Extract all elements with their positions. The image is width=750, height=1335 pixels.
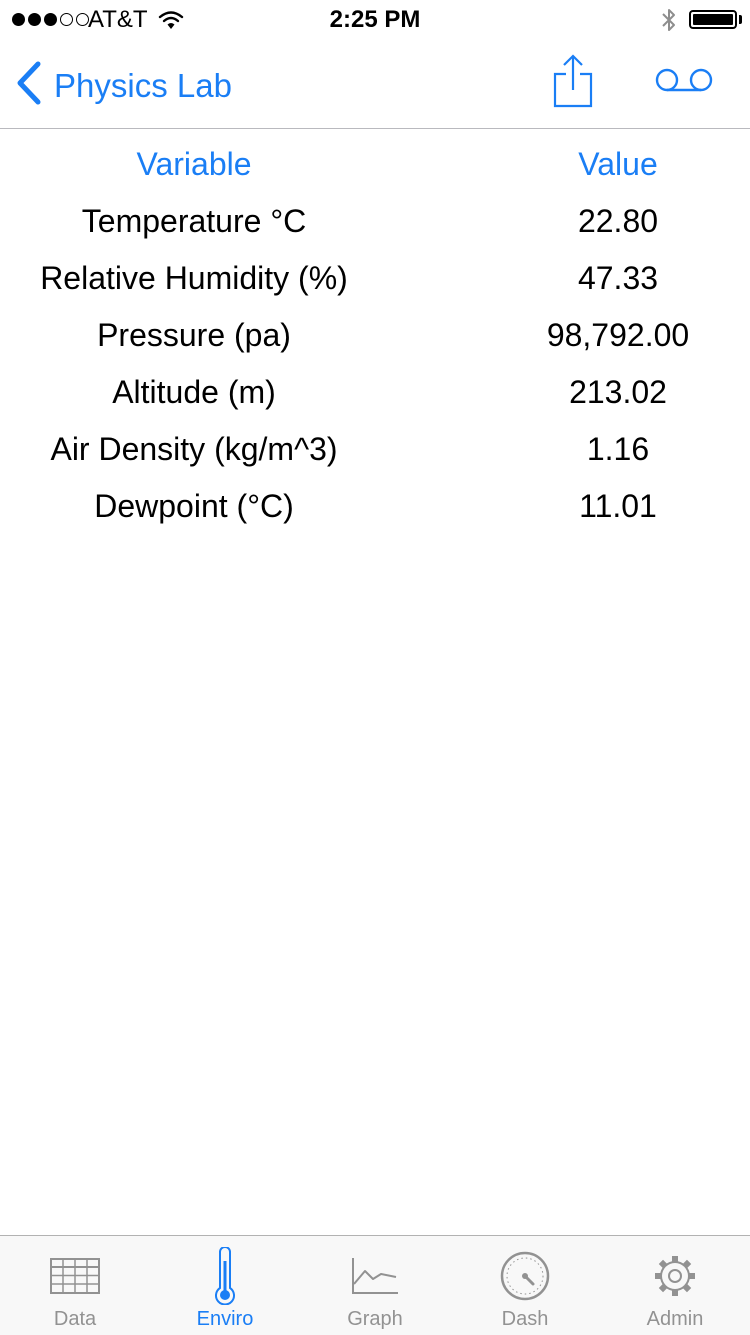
- bluetooth-icon: [660, 7, 678, 38]
- value-column-header: Value: [578, 146, 658, 182]
- tab-label: Admin: [646, 1308, 704, 1330]
- tab-label: Data: [53, 1308, 97, 1330]
- table-row: Altitude (m) 213.02: [0, 364, 750, 421]
- tab-dash[interactable]: Dash: [450, 1236, 600, 1335]
- variable-cell: Pressure (pa): [97, 317, 291, 353]
- tab-label: Enviro: [196, 1308, 254, 1330]
- status-time: 2:25 PM: [329, 6, 421, 33]
- value-cell: 1.16: [586, 431, 650, 467]
- table-row: Pressure (pa) 98,792.00: [0, 307, 750, 364]
- variable-column-header: Variable: [136, 146, 252, 182]
- status-bar: AT&T 2:25 PM: [0, 0, 750, 40]
- tab-enviro[interactable]: Enviro: [150, 1236, 300, 1335]
- line-graph-icon: [300, 1246, 450, 1306]
- back-button-label: Physics Lab: [54, 66, 232, 104]
- tab-graph[interactable]: Graph: [300, 1236, 450, 1335]
- table-row: Relative Humidity (%) 47.33: [0, 250, 750, 307]
- battery-icon: [689, 10, 737, 29]
- table-header-row: Variable Value: [0, 136, 750, 193]
- chevron-left-icon: [14, 60, 42, 111]
- value-cell: 98,792.00: [546, 317, 690, 353]
- navigation-bar: Physics Lab: [0, 40, 750, 129]
- record-icon: [654, 68, 716, 100]
- tab-label: Dash: [501, 1308, 549, 1330]
- table-row: Dewpoint (°C) 11.01: [0, 478, 750, 535]
- gear-icon: [600, 1246, 750, 1306]
- value-cell: 213.02: [569, 374, 667, 410]
- gauge-icon: [450, 1246, 600, 1306]
- tab-label: Graph: [347, 1308, 403, 1330]
- tab-data[interactable]: Data: [0, 1236, 150, 1335]
- table-row: Air Density (kg/m^3) 1.16: [0, 421, 750, 478]
- variable-cell: Temperature °C: [81, 203, 307, 239]
- table-grid-icon: [0, 1246, 150, 1306]
- variable-cell: Relative Humidity (%): [40, 260, 348, 296]
- variable-cell: Dewpoint (°C): [94, 488, 294, 524]
- share-icon: [550, 54, 596, 114]
- tab-admin[interactable]: Admin: [600, 1236, 750, 1335]
- back-button[interactable]: Physics Lab: [14, 60, 232, 111]
- value-cell: 11.01: [579, 488, 657, 524]
- value-cell: 22.80: [577, 203, 659, 239]
- share-button[interactable]: [550, 54, 596, 115]
- variable-cell: Air Density (kg/m^3): [50, 431, 338, 467]
- battery-tip: [739, 15, 742, 24]
- variable-cell: Altitude (m): [112, 374, 276, 410]
- tab-bar: Data Enviro Graph Dash Admin: [0, 1235, 750, 1335]
- environment-table: Variable Value Temperature °C 22.80 Rela…: [0, 136, 750, 535]
- table-row: Temperature °C 22.80: [0, 193, 750, 250]
- thermometer-icon: [150, 1246, 300, 1306]
- value-cell: 47.33: [577, 260, 659, 296]
- record-button[interactable]: [654, 66, 716, 101]
